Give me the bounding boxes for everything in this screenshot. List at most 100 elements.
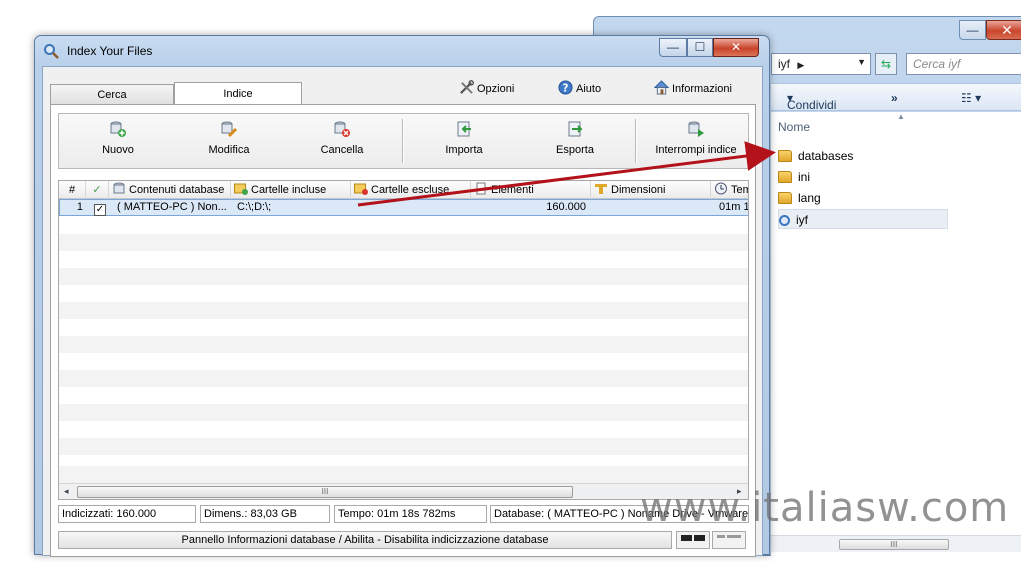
column-header-included[interactable]: Cartelle incluse	[231, 181, 351, 199]
document-icon	[476, 182, 486, 195]
folder-icon	[778, 192, 792, 204]
header-label: Elementi	[491, 184, 534, 196]
address-chevron-icon: ▶	[797, 60, 805, 70]
delete-button[interactable]: Cancella	[292, 120, 392, 164]
database-play-icon	[688, 121, 704, 137]
row-stripe	[59, 438, 748, 455]
item-label: lang	[798, 191, 821, 205]
database-icon	[113, 182, 125, 194]
header-label: Contenuti database	[129, 184, 225, 196]
cell-elements: 160.000	[546, 201, 586, 213]
row-checkbox[interactable]: ✓	[94, 200, 106, 216]
clock-icon	[715, 182, 727, 195]
row-stripe	[59, 370, 748, 387]
help-label: Aiuto	[576, 83, 602, 95]
more-button[interactable]: »	[891, 91, 898, 105]
stop-index-button[interactable]: Interrompi indice	[643, 120, 749, 164]
list-item[interactable]: iyf	[778, 209, 948, 229]
grid-header: # ✓ Contenuti database Cartelle incluse …	[59, 181, 748, 199]
database-delete-icon	[334, 121, 350, 137]
address-dropdown-icon[interactable]: ▼	[857, 57, 866, 67]
cell-included: C:\;D:\;	[237, 201, 272, 213]
help-link[interactable]: ? Aiuto	[558, 80, 601, 98]
new-button[interactable]: Nuovo	[68, 120, 168, 164]
index-your-files-window: Index Your Files — ☐ ✕ Cerca Indice Opzi…	[34, 35, 770, 557]
list-item[interactable]: ini	[778, 167, 938, 187]
cell-time: 01m 18s	[719, 201, 749, 213]
scroll-thumb[interactable]: III	[77, 486, 573, 498]
explorer-toolbar: Condividi con ▾ » ☷ ▾	[771, 83, 1021, 126]
row-stripe	[59, 302, 748, 319]
table-row[interactable]: 1 ✓ ( MATTEO-PC ) Non... C:\;D:\; 160.00…	[59, 199, 749, 216]
refresh-icon[interactable]: ⇆	[875, 53, 897, 75]
app-search-icon	[779, 215, 790, 226]
header-label: Cartelle incluse	[251, 184, 327, 196]
index-toolbar: Nuovo Modifica Cancella Importa Esporta …	[58, 113, 749, 169]
cell-num: 1	[76, 201, 83, 213]
row-stripe	[59, 234, 748, 251]
status-indexed: Indicizzati: 160.000	[58, 505, 196, 523]
database-grid: # ✓ Contenuti database Cartelle incluse …	[58, 180, 749, 500]
list-item[interactable]: databases	[778, 146, 938, 166]
explorer-search-input[interactable]: Cerca iyf	[906, 53, 1021, 75]
column-header-num[interactable]: #	[59, 181, 86, 199]
app-search-icon	[44, 44, 59, 59]
view-options-icon[interactable]: ☷ ▾	[961, 91, 981, 105]
column-header-check[interactable]: ✓	[86, 181, 109, 199]
folder-remove-icon	[354, 183, 368, 195]
maximize-button[interactable]: ☐	[687, 38, 713, 57]
column-header-size[interactable]: Dimensioni	[591, 181, 711, 199]
list-item[interactable]: lang	[778, 188, 938, 208]
delete-label: Cancella	[320, 144, 364, 156]
row-stripe	[59, 404, 748, 421]
home-icon	[654, 80, 669, 95]
status-size: Dimens.: 83,03 GB	[200, 505, 330, 523]
explorer-close-button[interactable]: ✕	[986, 20, 1021, 40]
toolbar-separator	[635, 119, 636, 163]
minimize-button[interactable]: —	[659, 38, 687, 57]
svg-text:?: ?	[563, 82, 569, 94]
export-label: Esporta	[556, 144, 594, 156]
options-label: Opzioni	[477, 83, 515, 95]
column-header-elements[interactable]: Elementi	[471, 181, 591, 199]
status-time: Tempo: 01m 18s 782ms	[334, 505, 487, 523]
size-icon	[595, 184, 607, 194]
folder-icon	[778, 171, 792, 183]
edit-button[interactable]: Modifica	[179, 120, 279, 164]
export-icon	[568, 121, 583, 137]
column-header-contents[interactable]: Contenuti database	[109, 181, 231, 199]
tab-indice[interactable]: Indice	[174, 82, 302, 105]
import-icon	[457, 121, 471, 137]
new-label: Nuovo	[102, 144, 134, 156]
header-label: Dimensioni	[611, 184, 666, 196]
options-link[interactable]: Opzioni	[459, 80, 514, 98]
watermark: www.italiasw.com	[640, 485, 1010, 531]
tools-icon	[460, 80, 474, 94]
explorer-address-bar[interactable]: iyf ▶ ▼	[771, 53, 871, 75]
header-label: Tempo	[731, 184, 748, 196]
scroll-grip: III	[890, 540, 898, 549]
scroll-left-icon[interactable]: ◂	[64, 486, 69, 497]
row-stripe	[59, 268, 748, 285]
item-label: iyf	[796, 213, 808, 227]
scroll-thumb[interactable]: III	[839, 539, 949, 550]
column-header-time[interactable]: Tempo	[711, 181, 748, 199]
tab-cerca[interactable]: Cerca	[50, 84, 174, 104]
close-button[interactable]: ✕	[713, 38, 759, 57]
address-text: iyf	[778, 57, 790, 71]
folder-add-icon	[234, 183, 248, 195]
export-button[interactable]: Esporta	[525, 120, 625, 164]
database-info-panel-toggle[interactable]: Pannello Informazioni database / Abilita…	[58, 531, 672, 549]
item-label: databases	[798, 149, 854, 163]
share-with-button[interactable]: Condividi con ▾	[787, 91, 836, 126]
column-header-excluded[interactable]: Cartelle escluse	[351, 181, 471, 199]
header-label: Cartelle escluse	[371, 184, 450, 196]
import-button[interactable]: Importa	[414, 120, 514, 164]
explorer-minimize-button[interactable]: —	[959, 20, 986, 40]
help-icon: ?	[558, 80, 573, 95]
column-header-name[interactable]: Nome	[778, 120, 810, 134]
edit-label: Modifica	[208, 144, 250, 156]
info-link[interactable]: Informazioni	[654, 80, 732, 98]
folder-icon	[778, 150, 792, 162]
window-title: Index Your Files	[67, 44, 153, 58]
